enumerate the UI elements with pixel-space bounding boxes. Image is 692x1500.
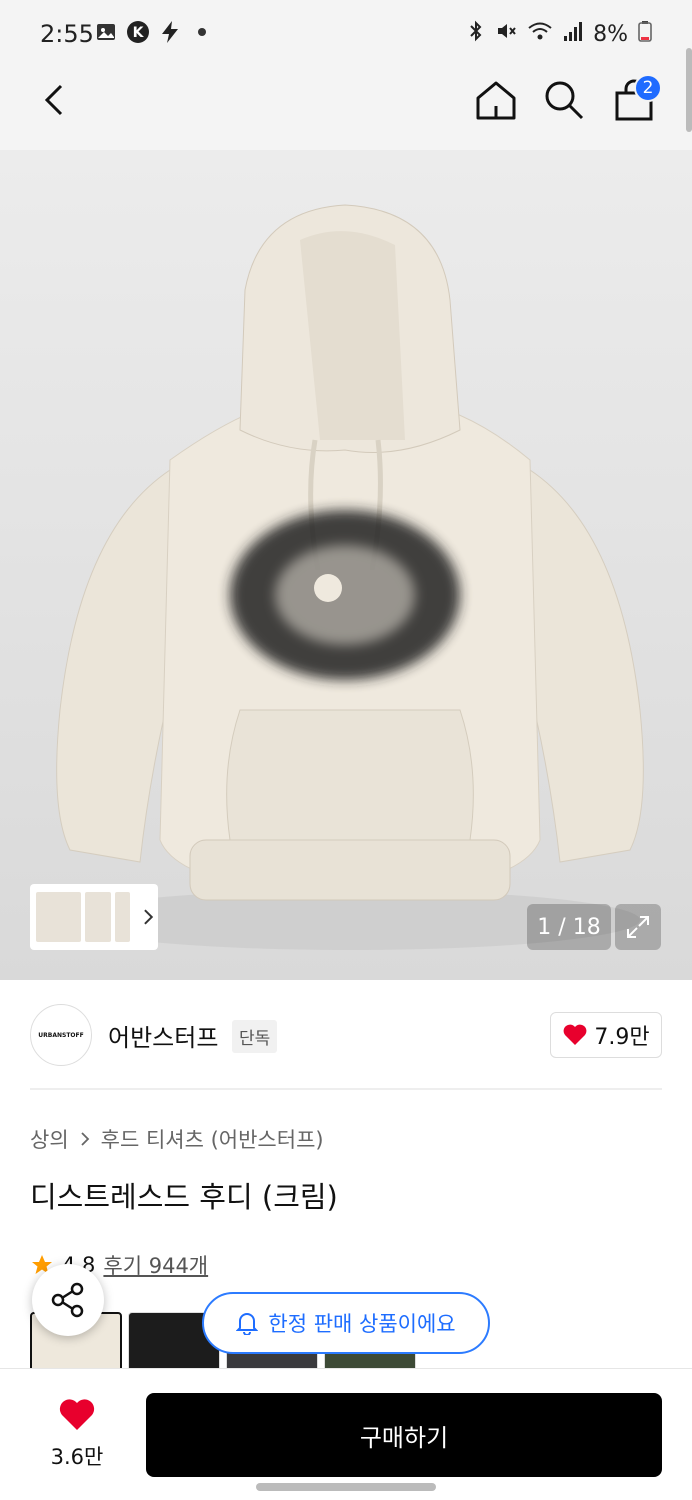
brand-like-count: 7.9만: [594, 1025, 650, 1050]
limited-sale-notice[interactable]: 한정 판매 상품이에요: [202, 1292, 490, 1354]
top-bar: 2:55 K 8% 2: [0, 0, 692, 150]
dot-icon: [190, 20, 214, 44]
back-button[interactable]: [26, 72, 82, 128]
brand-logo[interactable]: URBANSTOFF: [30, 1004, 92, 1066]
gallery-icon: [94, 20, 118, 44]
breadcrumb-item[interactable]: 후드 티셔츠 (어반스터프): [101, 1124, 324, 1154]
expand-button[interactable]: [615, 904, 661, 950]
expand-icon: [627, 916, 649, 938]
share-button[interactable]: [32, 1264, 104, 1336]
thumbnail: [85, 892, 111, 942]
exclusive-tag: 단독: [232, 1020, 278, 1053]
status-right: 8%: [467, 20, 652, 48]
share-icon: [51, 1282, 84, 1318]
chevron-right-icon: [144, 909, 154, 925]
cart-button[interactable]: 2: [606, 72, 662, 128]
thumbnail: [36, 892, 82, 942]
search-icon: [545, 81, 584, 120]
review-link[interactable]: 후기 944개: [103, 1250, 208, 1280]
hoodie-image: [56, 204, 644, 950]
bottom-bar: 3.6만 구매하기: [0, 1368, 692, 1500]
wifi-icon: [527, 20, 553, 48]
wish-count: 3.6만: [50, 1445, 104, 1469]
breadcrumb: 상의 후드 티셔츠 (어반스터프): [30, 1124, 324, 1154]
home-icon: [476, 81, 516, 120]
mute-icon: [495, 20, 517, 48]
chevron-right-icon: [81, 1132, 89, 1146]
product-title: 디스트레스드 후디 (크림): [30, 1180, 338, 1214]
breadcrumb-item[interactable]: 상의: [30, 1124, 69, 1154]
divider: [30, 1088, 662, 1090]
status-left-icons: K: [94, 20, 214, 44]
bell-icon: [236, 1313, 259, 1335]
back-icon: [44, 84, 63, 116]
thumbnail: [114, 892, 131, 942]
search-button[interactable]: [536, 72, 592, 128]
svg-text:K: K: [133, 25, 145, 41]
home-button[interactable]: [468, 72, 524, 128]
thumbnail-strip[interactable]: [30, 884, 158, 950]
scrollbar[interactable]: [686, 48, 692, 132]
product-image[interactable]: 1 / 18: [0, 150, 692, 980]
image-pager: 1 / 18: [527, 904, 611, 950]
heart-icon: [563, 1024, 587, 1045]
status-bar: 2:55 K 8%: [0, 0, 692, 66]
battery-text: 8%: [593, 21, 628, 47]
cart-badge: 2: [634, 74, 662, 102]
heart-icon: [59, 1399, 95, 1430]
brand-like-button[interactable]: 7.9만: [550, 1012, 662, 1058]
battery-icon: [638, 20, 652, 48]
buy-button[interactable]: 구매하기: [146, 1393, 662, 1477]
brand-row: URBANSTOFF 어반스터프 단독 7.9만: [30, 1004, 662, 1066]
limited-sale-text: 한정 판매 상품이에요: [268, 1312, 456, 1336]
status-time: 2:55: [40, 20, 94, 48]
brand-name[interactable]: 어반스터프: [108, 1018, 218, 1053]
bolt-icon: [158, 20, 182, 44]
home-indicator[interactable]: [256, 1483, 436, 1491]
bluetooth-icon: [467, 20, 485, 48]
wish-button[interactable]: 3.6만: [36, 1397, 118, 1471]
k-app-icon: K: [126, 20, 150, 44]
signal-icon: [563, 20, 583, 48]
